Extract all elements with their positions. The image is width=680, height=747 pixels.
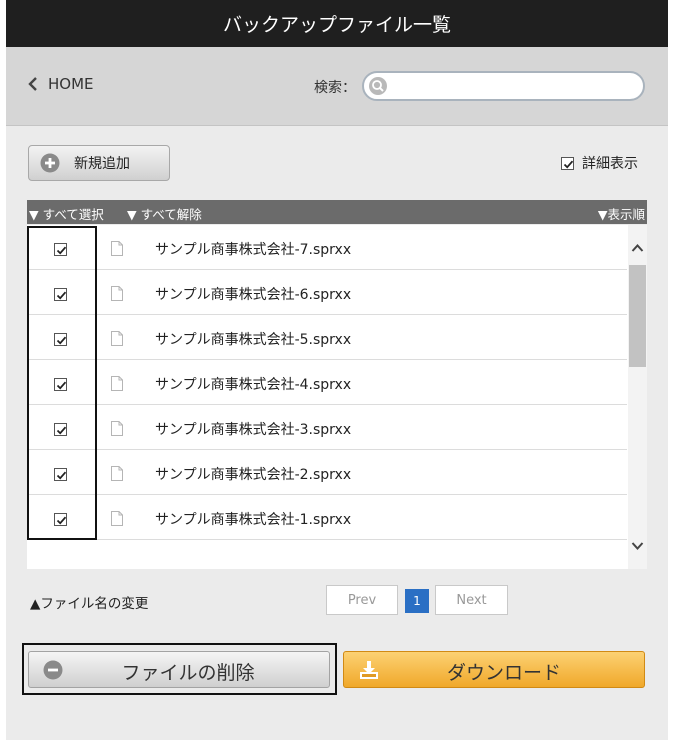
- next-page-button[interactable]: Next: [435, 585, 508, 615]
- scrollbar-thumb[interactable]: [629, 265, 646, 367]
- app-frame: バックアップファイル一覧 HOME 検索： 新規追加 詳細表示 ▼ すべて選択 …: [6, 0, 668, 740]
- file-row[interactable]: サンプル商事株式会社-3.sprxx: [27, 405, 627, 450]
- delete-file-button[interactable]: ファイルの削除: [28, 651, 330, 688]
- file-icon: [111, 421, 123, 436]
- detail-view-toggle[interactable]: 詳細表示: [561, 153, 638, 173]
- file-row[interactable]: サンプル商事株式会社-4.sprxx: [27, 360, 627, 405]
- file-name[interactable]: サンプル商事株式会社-6.sprxx: [155, 284, 351, 304]
- file-icon: [111, 511, 123, 526]
- file-name[interactable]: サンプル商事株式会社-2.sprxx: [155, 464, 351, 484]
- download-label: ダウンロード: [446, 662, 561, 684]
- file-icon: [111, 286, 123, 301]
- file-icon: [111, 466, 123, 481]
- file-icon: [111, 241, 123, 256]
- file-name[interactable]: サンプル商事株式会社-5.sprxx: [155, 329, 351, 349]
- list-scrollbar[interactable]: [628, 225, 647, 569]
- file-row[interactable]: サンプル商事株式会社-1.sprxx: [27, 495, 627, 540]
- file-name[interactable]: サンプル商事株式会社-1.sprxx: [155, 509, 351, 529]
- file-row[interactable]: サンプル商事株式会社-6.sprxx: [27, 270, 627, 315]
- select-all-link[interactable]: ▼ すべて選択: [29, 204, 104, 223]
- plus-circle-icon: [40, 153, 60, 173]
- chevron-up-icon[interactable]: [631, 243, 644, 253]
- home-label: HOME: [48, 75, 94, 93]
- search-input[interactable]: [392, 75, 641, 99]
- add-new-button[interactable]: 新規追加: [28, 145, 170, 181]
- search-box[interactable]: [362, 71, 645, 101]
- file-row[interactable]: サンプル商事株式会社-5.sprxx: [27, 315, 627, 360]
- file-name[interactable]: サンプル商事株式会社-3.sprxx: [155, 419, 351, 439]
- file-list: サンプル商事株式会社-7.sprxx サンプル商事株式会社-6.sprxx サン…: [27, 225, 647, 569]
- file-icon: [111, 331, 123, 346]
- rename-file-link[interactable]: ▲ファイル名の変更: [30, 592, 148, 612]
- detail-view-checkbox[interactable]: [561, 156, 574, 170]
- list-header-bar: ▼ すべて選択 ▼ すべて解除 ▼表示順: [27, 200, 647, 224]
- deselect-all-link[interactable]: ▼ すべて解除: [127, 204, 202, 223]
- checkbox-column-highlight: [27, 226, 97, 540]
- detail-view-label: 詳細表示: [582, 156, 638, 172]
- chevron-down-icon[interactable]: [631, 541, 644, 551]
- nav-bar: HOME 検索：: [6, 47, 668, 126]
- download-button[interactable]: ダウンロード: [343, 651, 645, 688]
- title-bar: バックアップファイル一覧: [6, 0, 668, 47]
- home-link[interactable]: HOME: [28, 75, 94, 93]
- sort-order-link[interactable]: ▼表示順: [598, 204, 645, 223]
- add-new-label: 新規追加: [74, 156, 130, 172]
- file-icon: [111, 376, 123, 391]
- search-icon: [369, 77, 387, 95]
- page-title: バックアップファイル一覧: [222, 14, 451, 36]
- search-label: 検索：: [314, 80, 356, 96]
- file-row[interactable]: サンプル商事株式会社-7.sprxx: [27, 225, 627, 270]
- current-page-button[interactable]: 1: [405, 589, 429, 613]
- prev-page-button[interactable]: Prev: [326, 585, 398, 615]
- chevron-left-icon: [28, 77, 37, 91]
- file-name[interactable]: サンプル商事株式会社-4.sprxx: [155, 374, 351, 394]
- file-name[interactable]: サンプル商事株式会社-7.sprxx: [155, 239, 351, 259]
- delete-file-label: ファイルの削除: [121, 662, 255, 684]
- file-row[interactable]: サンプル商事株式会社-2.sprxx: [27, 450, 627, 495]
